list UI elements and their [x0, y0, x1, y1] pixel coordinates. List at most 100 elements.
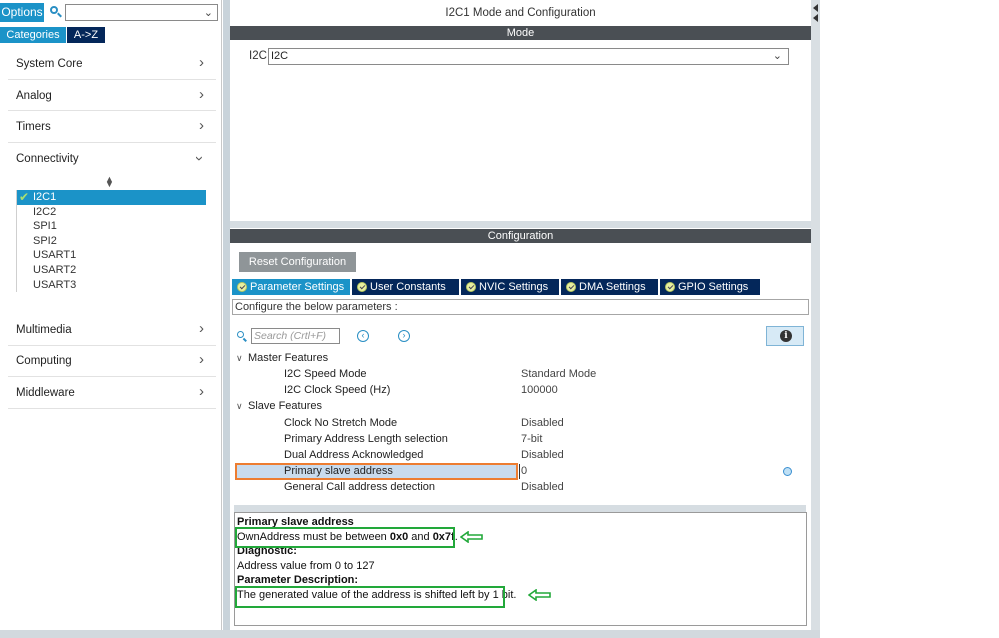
param-value[interactable]: 7-bit [521, 432, 542, 446]
chevron-right-icon: › [199, 117, 204, 134]
tab-label: User Constants [370, 281, 446, 293]
tab-gpio-settings[interactable]: GPIO Settings [660, 279, 760, 295]
configuration-header: Configuration [230, 229, 811, 243]
panel-splitter[interactable] [223, 0, 230, 638]
list-item-label: USART3 [33, 278, 77, 291]
list-item-label: SPI1 [33, 220, 57, 233]
page-title: I2C1 Mode and Configuration [230, 3, 811, 24]
param-value[interactable]: Standard Mode [521, 367, 596, 381]
category-label: Analog [16, 90, 52, 102]
list-item-label: USART2 [33, 263, 77, 276]
reset-configuration-button[interactable]: Reset Configuration [239, 252, 356, 272]
param-name[interactable]: Primary Address Length selection [284, 432, 448, 446]
param-value[interactable]: 100000 [521, 383, 558, 397]
list-item-usart3[interactable]: USART3 [17, 278, 206, 293]
category-label: Computing [16, 355, 72, 367]
divider [8, 142, 216, 143]
status-dot-icon [783, 467, 792, 476]
group-label: Slave Features [248, 400, 322, 412]
list-item-spi2[interactable]: SPI2 [17, 234, 206, 249]
param-value[interactable]: Disabled [521, 416, 564, 430]
configure-instruction: Configure the below parameters : [232, 299, 809, 315]
tab-label: GPIO Settings [678, 281, 749, 293]
tab-dma-settings[interactable]: DMA Settings [561, 279, 658, 295]
info-icon: i [780, 330, 792, 342]
mode-select-value: I2C [271, 50, 289, 62]
list-item-i2c1[interactable]: ✔ I2C1 [17, 190, 206, 205]
tab-user-constants[interactable]: User Constants [352, 279, 459, 295]
check-circle-icon [357, 282, 367, 292]
param-value-selected[interactable]: 0 [521, 464, 527, 478]
category-label: Timers [16, 121, 51, 133]
group-label: Master Features [248, 352, 329, 364]
category-timers[interactable]: Timers › [0, 115, 218, 141]
category-analog[interactable]: Analog › [0, 84, 218, 110]
param-name[interactable]: I2C Clock Speed (Hz) [284, 383, 390, 397]
previous-icon[interactable]: ‹ [357, 330, 369, 342]
annotation-box [235, 586, 505, 608]
category-label: Middleware [16, 387, 75, 399]
chevron-down-icon[interactable]: ⌄ [204, 6, 213, 19]
list-item-i2c2[interactable]: I2C2 [17, 205, 206, 220]
param-name[interactable]: I2C Speed Mode [284, 367, 367, 381]
check-circle-icon [665, 282, 675, 292]
category-label: System Core [16, 58, 83, 70]
check-circle-icon [237, 282, 247, 292]
category-middleware[interactable]: Middleware › [0, 381, 218, 407]
chevron-right-icon: › [199, 320, 204, 337]
chevron-right-icon: › [199, 54, 204, 71]
category-label: Connectivity [16, 153, 79, 165]
group-slave-features[interactable]: ∨ Slave Features [236, 399, 322, 413]
list-item-label: I2C2 [33, 205, 57, 218]
search-icon[interactable] [237, 331, 249, 343]
category-label: Multimedia [16, 324, 72, 336]
left-search-input[interactable]: ⌄ [65, 4, 218, 21]
param-name-selected[interactable]: Primary slave address [284, 464, 393, 478]
list-item-spi1[interactable]: SPI1 [17, 219, 206, 234]
divider [8, 110, 216, 111]
tab-label: NVIC Settings [479, 281, 549, 293]
divider [8, 345, 216, 346]
list-item-label: SPI2 [33, 234, 57, 247]
parameter-search-input[interactable]: Search (Crtl+F) [251, 328, 340, 344]
param-name[interactable]: Dual Address Acknowledged [284, 448, 423, 462]
category-system-core[interactable]: System Core › [0, 52, 218, 78]
chevron-right-icon: › [199, 383, 204, 400]
param-name[interactable]: General Call address detection [284, 480, 435, 494]
collapse-arrow-icon[interactable] [813, 4, 818, 12]
right-collapse-bar[interactable] [811, 0, 820, 638]
category-multimedia[interactable]: Multimedia › [0, 318, 218, 344]
param-name[interactable]: Clock No Stretch Mode [284, 416, 397, 430]
category-connectivity[interactable]: Connectivity › [0, 147, 218, 173]
mode-select[interactable]: I2C ⌄ [268, 48, 789, 65]
group-master-features[interactable]: ∨ Master Features [236, 351, 328, 365]
next-icon[interactable]: › [398, 330, 410, 342]
section-splitter[interactable] [230, 221, 811, 228]
chevron-down-icon[interactable]: ∨ [236, 399, 248, 413]
search-icon[interactable] [48, 4, 64, 20]
tab-nvic-settings[interactable]: NVIC Settings [461, 279, 559, 295]
list-item-usart1[interactable]: USART1 [17, 248, 206, 263]
divider [8, 376, 216, 377]
param-value[interactable]: Disabled [521, 448, 564, 462]
list-item-label: I2C1 [33, 191, 57, 203]
mode-field-label: I2C [249, 50, 267, 62]
info-button[interactable]: i [766, 326, 804, 346]
category-computing[interactable]: Computing › [0, 349, 218, 375]
chevron-down-icon[interactable]: ⌄ [773, 49, 782, 64]
divider [8, 408, 216, 409]
sort-icon[interactable]: ▲ ▼ [105, 175, 114, 189]
mode-header: Mode [230, 26, 811, 40]
bottom-scrollbar[interactable] [0, 630, 820, 638]
collapse-arrow-icon[interactable] [813, 14, 818, 22]
list-item-usart2[interactable]: USART2 [17, 263, 206, 278]
chevron-right-icon: › [199, 351, 204, 368]
divider [8, 79, 216, 80]
annotation-box [235, 527, 455, 548]
tab-parameter-settings[interactable]: Parameter Settings [232, 279, 350, 295]
tab-a-z[interactable]: A->Z [67, 27, 105, 43]
tab-categories[interactable]: Categories [0, 27, 66, 43]
param-value[interactable]: Disabled [521, 480, 564, 494]
options-button[interactable]: Options [0, 3, 44, 22]
chevron-down-icon[interactable]: ∨ [236, 351, 248, 365]
